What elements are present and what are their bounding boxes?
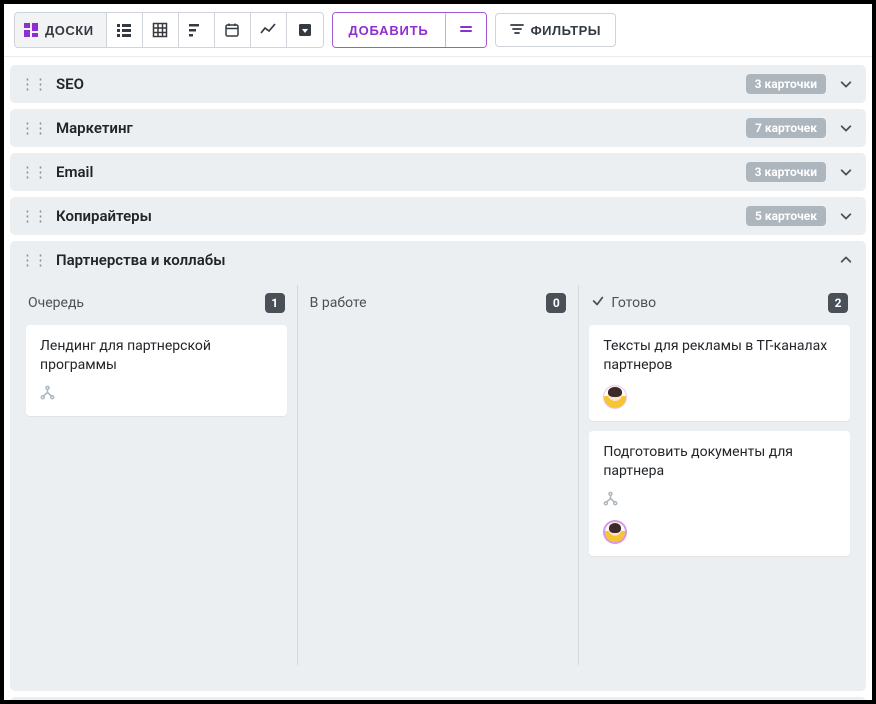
chevron-down-icon[interactable] — [836, 74, 856, 94]
drag-handle-icon[interactable]: ⋮⋮ — [20, 212, 46, 221]
column-header: Готово 2 — [589, 289, 850, 315]
drag-handle-icon[interactable]: ⋮⋮ — [20, 256, 46, 265]
view-gantt-button[interactable] — [179, 13, 215, 47]
view-table-button[interactable] — [143, 13, 179, 47]
board-row[interactable]: ⋮⋮ Партнерства и коллабы — [10, 241, 866, 279]
card-count-pill: 7 карточек — [746, 118, 826, 138]
chart-icon — [260, 22, 276, 38]
card-title: Тексты для рекламы в ТГ-каналах партнеро… — [603, 337, 836, 375]
archive-icon — [297, 22, 313, 38]
board-name: Партнерства и коллабы — [56, 251, 826, 269]
chevron-up-icon[interactable] — [836, 250, 856, 270]
chevron-down-icon[interactable] — [836, 206, 856, 226]
card-title: Подготовить документы для партнера — [603, 443, 836, 481]
card-meta — [40, 385, 273, 404]
subtask-icon — [603, 491, 618, 510]
board-name: Копирайтеры — [56, 207, 736, 225]
boards-icon — [23, 22, 39, 38]
subtask-icon — [40, 385, 55, 404]
add-button[interactable]: ДОБАВИТЬ — [333, 13, 446, 47]
column-title: Очередь — [28, 295, 259, 311]
board-column: Очередь 1 Лендинг для партнерской программ… — [16, 285, 297, 665]
column-title: Готово — [611, 295, 822, 311]
view-chart-button[interactable] — [251, 13, 287, 47]
gantt-icon — [188, 22, 204, 38]
card-count-pill: 3 карточки — [746, 162, 826, 182]
boards-list: ⋮⋮ SEO 3 карточки ⋮⋮ Маркетинг 7 карточек ⋮⋮ Em… — [4, 57, 872, 700]
view-boards-label: ДОСКИ — [45, 23, 94, 38]
board-column: Готово 2 Тексты для рекламы в ТГ-каналах п… — [578, 285, 860, 665]
column-count: 2 — [828, 293, 848, 313]
board-row[interactable]: ⋮⋮ Копирайтеры 5 карточек — [10, 197, 866, 235]
card-title: Лендинг для партнерской программы — [40, 337, 273, 375]
board-body: Очередь 1 Лендинг для партнерской программ… — [10, 279, 866, 691]
drag-handle-icon[interactable]: ⋮⋮ — [20, 80, 46, 89]
view-archive-button[interactable] — [287, 13, 323, 47]
filters-button[interactable]: ФИЛЬТРЫ — [495, 13, 616, 47]
card-meta — [603, 491, 836, 510]
add-dropdown-button[interactable] — [446, 13, 486, 47]
card-assignees — [603, 520, 836, 544]
board-column: В работе 0 — [297, 285, 579, 665]
board-name: SEO — [56, 75, 736, 93]
card-count-pill: 3 карточки — [746, 74, 826, 94]
avatar[interactable] — [603, 385, 627, 409]
filters-label: ФИЛЬТРЫ — [531, 23, 601, 38]
view-switcher: ДОСКИ — [14, 12, 324, 48]
drag-handle-icon[interactable]: ⋮⋮ — [20, 124, 46, 133]
board-row[interactable]: ⋮⋮Новый продукт — Образовательный курс6 … — [10, 697, 866, 700]
chevron-down-icon[interactable] — [836, 162, 856, 182]
column-count: 0 — [546, 293, 566, 313]
view-calendar-button[interactable] — [215, 13, 251, 47]
app-root: ДОСКИ — [4, 4, 872, 700]
card[interactable]: Подготовить документы для партнера — [589, 431, 850, 556]
board-name: Email — [56, 163, 736, 181]
avatar[interactable] — [603, 520, 627, 544]
column-title: В работе — [310, 295, 541, 311]
board-name: Маркетинг — [56, 119, 736, 137]
card-count-pill: 5 карточек — [746, 206, 826, 226]
column-header: Очередь 1 — [26, 289, 287, 315]
filter-icon — [510, 22, 524, 39]
calendar-icon — [224, 22, 240, 38]
drag-handle-icon[interactable]: ⋮⋮ — [20, 168, 46, 177]
check-icon — [591, 294, 605, 312]
equals-icon — [459, 22, 473, 39]
board-row[interactable]: ⋮⋮ Маркетинг 7 карточек — [10, 109, 866, 147]
view-list-button[interactable] — [107, 13, 143, 47]
add-group: ДОБАВИТЬ — [332, 12, 487, 48]
board-row[interactable]: ⋮⋮ SEO 3 карточки — [10, 65, 866, 103]
view-boards-button[interactable]: ДОСКИ — [15, 13, 107, 47]
card-assignees — [603, 385, 836, 409]
table-icon — [152, 22, 168, 38]
card[interactable]: Тексты для рекламы в ТГ-каналах партнеро… — [589, 325, 850, 421]
chevron-down-icon[interactable] — [836, 118, 856, 138]
toolbar: ДОСКИ — [4, 4, 872, 57]
column-header: В работе 0 — [308, 289, 569, 315]
board-row[interactable]: ⋮⋮ Email 3 карточки — [10, 153, 866, 191]
card[interactable]: Лендинг для партнерской программы — [26, 325, 287, 416]
list-icon — [116, 22, 132, 38]
column-count: 1 — [265, 293, 285, 313]
